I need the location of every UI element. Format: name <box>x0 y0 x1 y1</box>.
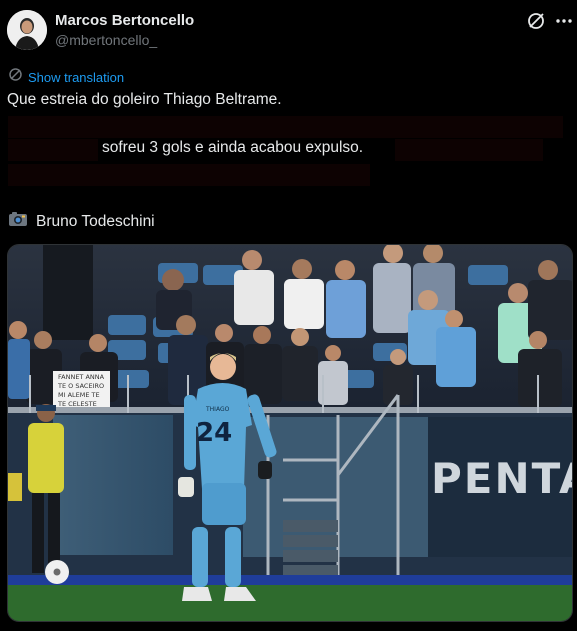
avatar[interactable] <box>7 10 47 50</box>
jersey-name: THIAGO <box>205 406 230 413</box>
translate-icon <box>8 67 23 87</box>
tweet-text-line2: sofreu 3 gols e ainda acabou expulso. <box>102 139 364 156</box>
svg-text:TE O SACEIRO: TE O SACEIRO <box>57 382 104 390</box>
author-name[interactable]: Marcos Bertoncello <box>55 12 194 29</box>
more-icon[interactable] <box>553 10 575 32</box>
tweet-card: Marcos Bertoncello @mbertoncello_ Show t… <box>0 0 577 631</box>
redacted-block <box>8 164 370 186</box>
grok-icon[interactable] <box>525 10 547 32</box>
svg-text:FANNET ANNA: FANNET ANNA <box>58 373 105 381</box>
svg-text:TE CELESTE: TE CELESTE <box>57 400 97 408</box>
show-translation-label[interactable]: Show translation <box>28 70 124 85</box>
photo-credit: Bruno Todeschini <box>8 210 155 233</box>
redacted-block <box>8 116 563 138</box>
tweet-text-line1: Que estreia do goleiro Thiago Beltrame. <box>7 91 282 108</box>
tweet-photo[interactable]: FANNET ANNA TE O SACEIRO MI ALEME TE TE … <box>7 244 573 622</box>
svg-text:MI ALEME TE: MI ALEME TE <box>58 391 100 399</box>
camera-icon <box>8 210 28 233</box>
author-handle[interactable]: @mbertoncello_ <box>55 32 157 48</box>
redacted-block <box>395 139 543 161</box>
redacted-block <box>8 139 98 161</box>
photo-credit-text: Bruno Todeschini <box>36 212 155 230</box>
show-translation-link[interactable]: Show translation <box>8 68 124 86</box>
jersey-number: 24 <box>196 418 232 448</box>
svg-text:PENTA: PENTA <box>431 454 573 503</box>
